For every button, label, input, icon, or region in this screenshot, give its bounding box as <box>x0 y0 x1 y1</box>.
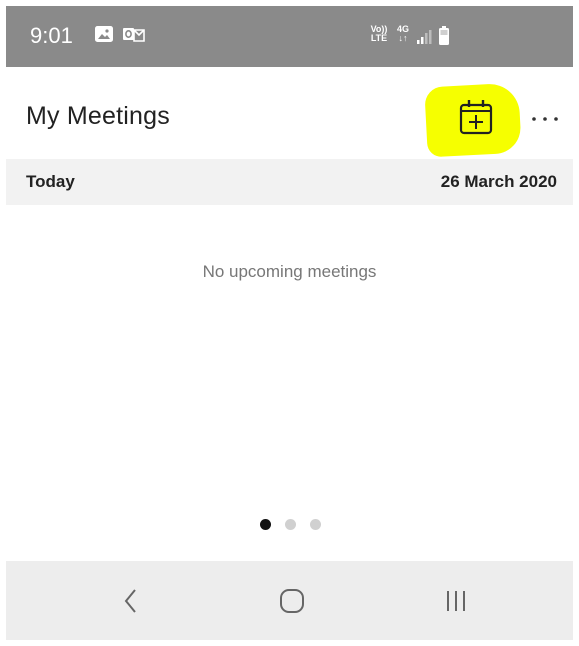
date-header: Today 26 March 2020 <box>6 159 573 205</box>
phone-screen: 9:01 Vo)) LTE 4G ↓↑ My Meetings Today 26… <box>6 6 573 640</box>
page-dot[interactable] <box>310 519 321 530</box>
status-bar: 9:01 Vo)) LTE 4G ↓↑ <box>6 6 573 67</box>
recents-icon <box>447 591 465 611</box>
system-nav-bar <box>6 561 573 640</box>
empty-state-message: No upcoming meetings <box>202 262 377 281</box>
home-button[interactable] <box>262 581 322 621</box>
gallery-icon <box>95 26 113 47</box>
back-button[interactable] <box>100 581 160 621</box>
battery-icon <box>438 26 450 51</box>
page-dot-active[interactable] <box>260 519 271 530</box>
recents-button[interactable] <box>426 581 486 621</box>
add-meeting-button[interactable] <box>458 98 494 136</box>
day-label: Today <box>26 172 75 191</box>
home-icon <box>280 589 304 613</box>
app-header: My Meetings <box>6 67 573 159</box>
signal-icon <box>416 29 432 50</box>
page-dot[interactable] <box>285 519 296 530</box>
status-time: 9:01 <box>30 23 73 48</box>
more-options-button[interactable] <box>528 109 564 129</box>
date-value: 26 March 2020 <box>440 172 557 191</box>
outlook-icon <box>123 26 145 48</box>
4g-icon: 4G ↓↑ <box>396 25 410 43</box>
volte-bottom: LTE <box>370 33 388 43</box>
back-icon <box>124 589 136 613</box>
network-arrows: ↓↑ <box>398 33 408 43</box>
calendar-add-icon <box>459 100 493 135</box>
more-horizontal-icon <box>532 117 558 121</box>
page-title: My Meetings <box>26 102 170 130</box>
volte-icon: Vo)) LTE <box>370 25 388 43</box>
